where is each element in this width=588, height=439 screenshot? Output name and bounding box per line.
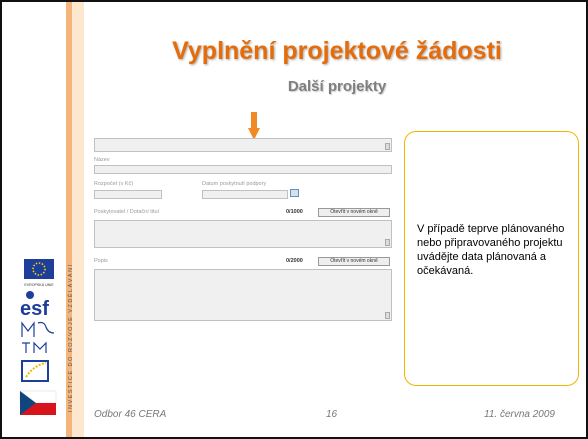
support-date-field[interactable] (202, 190, 288, 199)
logos-column: EVROPSKÁ UNIE esf (19, 259, 57, 415)
esf-logo-icon: esf (20, 291, 49, 320)
name-label: Název (94, 157, 110, 163)
scrollbar[interactable] (385, 143, 390, 150)
description-counter: 0/2000 (286, 258, 303, 264)
form-screenshot: Název Rozpočet (v Kč) Datum poskytnutí p… (94, 134, 394, 324)
provider-label: Poskytovatel / Dotační titul (94, 209, 159, 215)
description-label: Popis (94, 258, 108, 264)
budget-field[interactable] (94, 190, 162, 199)
budget-label: Rozpočet (v Kč) (94, 181, 134, 187)
eu-flag-icon (24, 259, 54, 279)
open-in-new-window-button[interactable]: Otevřít v novém okně (318, 257, 390, 266)
op-logo-icon (21, 360, 49, 382)
slide-title: Vyplnění projektové žádosti (172, 37, 502, 65)
strip-vertical-text: INVESTICE DO ROZVOJE VZDĚLÁVÁNÍ (68, 263, 74, 412)
top-textarea[interactable] (94, 138, 392, 152)
provider-counter: 0/1000 (286, 209, 303, 215)
scrollbar[interactable] (385, 239, 390, 246)
calendar-icon[interactable] (290, 189, 299, 197)
callout-text: V případě teprve plánovaného nebo připra… (417, 223, 565, 277)
footer-date: 11. června 2009 (484, 409, 555, 420)
footer-left: Odbor 46 CERA (94, 409, 167, 420)
support-date-label: Datum poskytnutí podpory (202, 181, 267, 187)
esf-logo-text: esf (20, 298, 49, 320)
name-field[interactable] (94, 165, 392, 174)
description-textarea[interactable] (94, 269, 392, 321)
slide: INVESTICE DO ROZVOJE VZDĚLÁVÁNÍ Vyplnění… (2, 2, 586, 437)
slide-subtitle: Další projekty (287, 78, 387, 95)
eu-caption: EVROPSKÁ UNIE (24, 283, 54, 287)
msmt-logo-icon (21, 321, 55, 353)
open-in-new-window-button[interactable]: Otevřít v novém okně (318, 208, 390, 217)
provider-textarea[interactable] (94, 220, 392, 248)
footer-page-number: 16 (326, 409, 338, 420)
callout-box: V případě teprve plánovaného nebo připra… (404, 131, 579, 386)
scrollbar[interactable] (385, 312, 390, 319)
czech-flag-icon (19, 390, 57, 415)
